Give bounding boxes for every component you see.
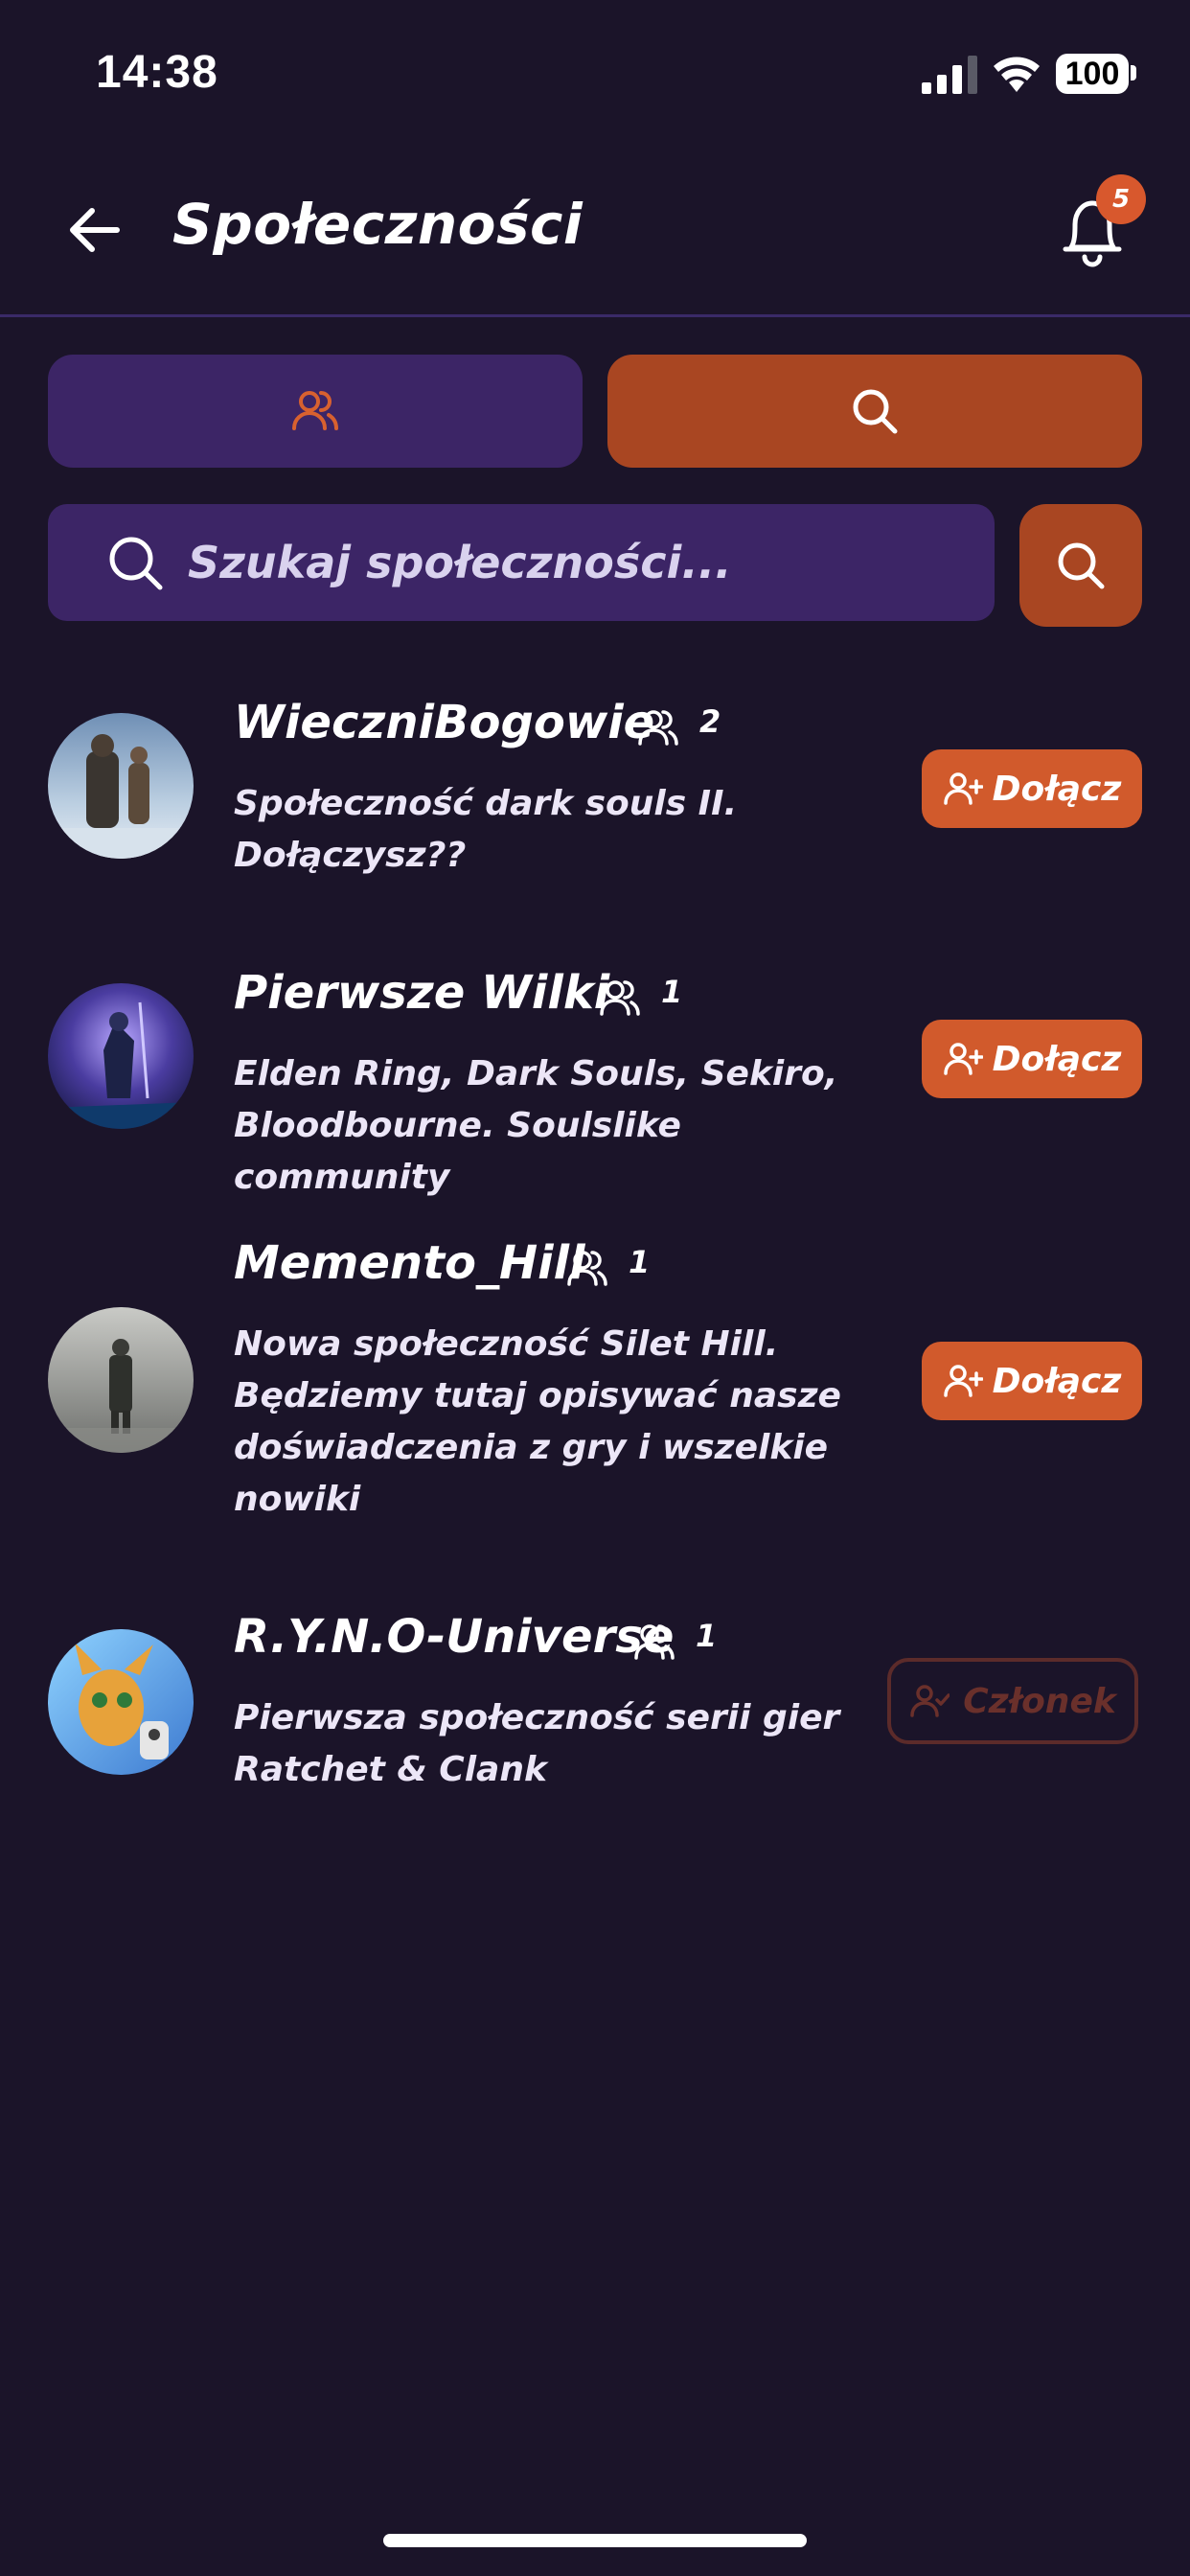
search-icon — [1058, 542, 1105, 589]
search-submit-button[interactable] — [1019, 504, 1142, 627]
community-avatar-image — [48, 1629, 194, 1775]
community-description: Elden Ring, Dark Souls, Sekiro, Bloodbou… — [234, 1048, 866, 1204]
community-avatar — [48, 713, 194, 859]
description-line: Ratchet & Clank — [234, 1750, 547, 1789]
join-button-label: Dołącz — [992, 1361, 1122, 1401]
members-icon — [634, 1624, 675, 1660]
join-button[interactable]: Dołącz — [922, 1020, 1142, 1098]
description-line: Społeczność dark souls II. — [234, 784, 738, 823]
page-title: Społeczności — [172, 192, 584, 257]
community-avatar — [48, 983, 194, 1129]
user-plus-icon — [943, 1365, 983, 1397]
search-input[interactable] — [188, 518, 973, 608]
user-check-icon — [910, 1685, 950, 1717]
member-count: 1 — [696, 1618, 718, 1654]
community-description: Pierwsza społeczność serii gier Ratchet … — [234, 1692, 866, 1796]
community-name[interactable]: WieczniBogowie — [234, 696, 654, 749]
description-line: doświadczenia z gry i wszelkie — [234, 1428, 829, 1467]
community-avatar-image — [48, 1307, 194, 1453]
members-icon — [638, 710, 678, 746]
community-avatar-image — [48, 983, 194, 1129]
description-line: Nowa społeczność Silet Hill. — [234, 1324, 779, 1364]
battery-tip — [1131, 65, 1136, 80]
battery-indicator: 100 — [1056, 54, 1129, 94]
description-line: Bloodbourne. Soulslike community — [234, 1106, 681, 1197]
community-description: Nowa społeczność Silet Hill. Będziemy tu… — [234, 1319, 866, 1526]
community-name[interactable]: R.Y.N.O-Universe — [234, 1610, 674, 1664]
join-button[interactable]: Dołącz — [922, 1342, 1142, 1420]
community-name[interactable]: Pierwsze Wilki — [234, 966, 609, 1020]
search-icon — [853, 389, 898, 434]
member-count: 2 — [699, 703, 721, 740]
description-line: nowiki — [234, 1480, 361, 1519]
community-description: Społeczność dark souls II. Dołączysz?? — [234, 778, 866, 882]
description-line: Dołączysz?? — [234, 836, 467, 875]
notification-badge: 5 — [1096, 174, 1146, 224]
wifi-icon — [994, 57, 1040, 92]
users-icon — [292, 391, 338, 430]
join-button-label: Dołącz — [992, 769, 1122, 809]
tab-search[interactable] — [607, 355, 1142, 468]
description-line: Elden Ring, Dark Souls, Sekiro, — [234, 1054, 838, 1093]
status-time: 14:38 — [96, 47, 218, 98]
user-plus-icon — [943, 772, 983, 805]
back-arrow-icon[interactable] — [63, 199, 125, 261]
header-divider — [0, 314, 1190, 317]
community-name[interactable]: Memento_Hill — [234, 1236, 585, 1290]
description-line: Będziemy tutaj opisywać nasze — [234, 1376, 841, 1415]
member-count: 1 — [661, 974, 683, 1010]
community-avatar-image — [48, 713, 194, 859]
join-button-label: Dołącz — [992, 1039, 1122, 1079]
members-icon — [600, 980, 640, 1016]
description-line: Pierwsza społeczność serii gier — [234, 1698, 840, 1737]
member-status-button[interactable]: Członek — [887, 1658, 1138, 1744]
members-icon — [567, 1251, 607, 1286]
community-avatar — [48, 1307, 194, 1453]
search-icon — [109, 537, 163, 590]
member-count: 1 — [629, 1244, 651, 1280]
signal-icon — [922, 56, 977, 94]
join-button[interactable]: Dołącz — [922, 749, 1142, 828]
tab-my-communities[interactable] — [48, 355, 583, 468]
member-status-label: Członek — [963, 1681, 1116, 1721]
home-indicator[interactable] — [383, 2534, 807, 2547]
community-avatar — [48, 1629, 194, 1775]
user-plus-icon — [943, 1043, 983, 1075]
